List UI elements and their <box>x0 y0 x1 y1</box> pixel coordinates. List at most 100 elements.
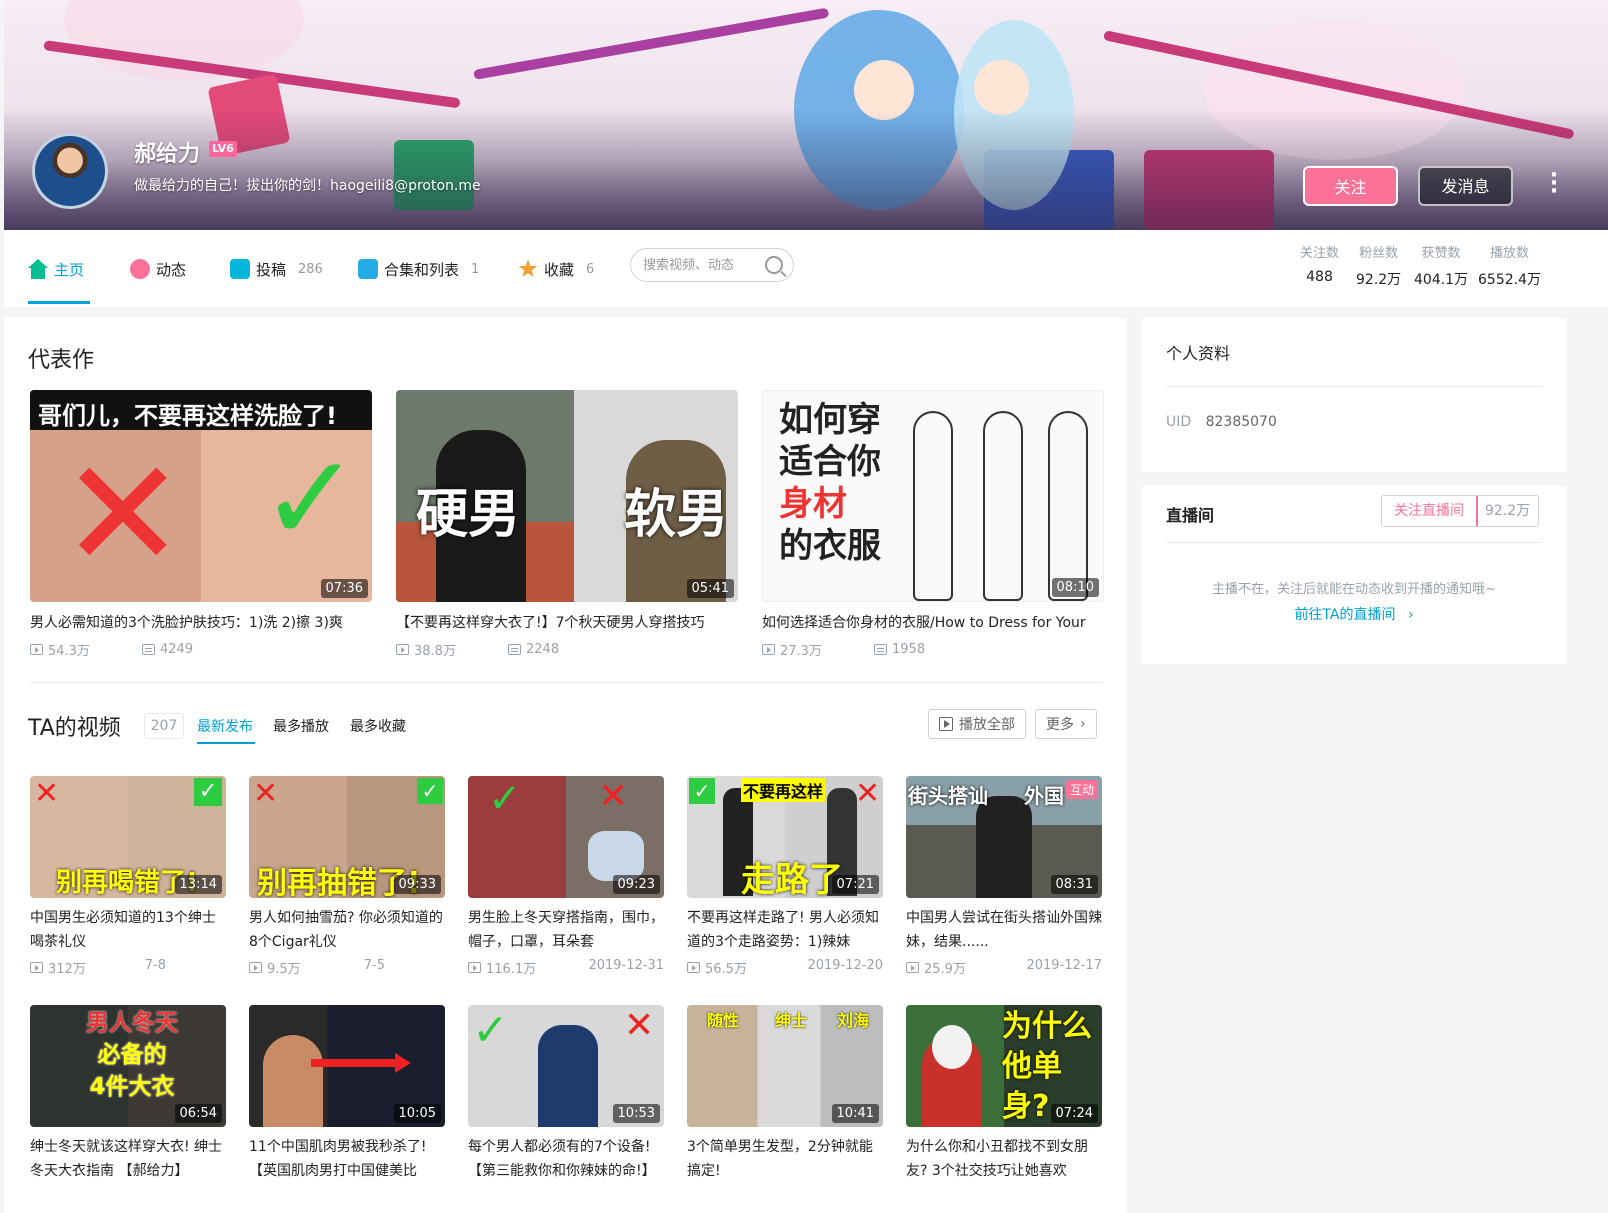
play-count-icon <box>396 644 409 655</box>
video-title[interactable]: 3个简单男生发型，2分钟就能搞定! <box>687 1135 883 1183</box>
tab-dynamic-label: 动态 <box>156 260 187 279</box>
play-count: 25.9万 <box>924 962 966 977</box>
video-title[interactable]: 男人如何抽雪茄? 你必须知道的8个Cigar礼仪 <box>249 906 445 954</box>
video-thumbnail[interactable]: ✓ ✕ 09:23 <box>468 776 664 898</box>
video-title[interactable]: 男人必需知道的3个洗脸护肤技巧：1)洗 2)擦 3)爽 <box>30 612 372 632</box>
interactive-badge: 互动 <box>1065 780 1098 799</box>
video-card[interactable]: ✕ ✓ 别再喝错了! 13:14 中国男生必须知道的13个绅士喝茶礼仪 312万… <box>30 776 226 977</box>
tab-latest[interactable]: 最新发布 <box>197 716 253 736</box>
search-box[interactable] <box>630 248 794 282</box>
video-thumbnail[interactable]: ✕ ✓ 别再抽错了! 09:33 <box>249 776 445 898</box>
video-title[interactable]: 11个中国肌肉男被我秒杀了! 【英国肌肉男打中国健美比 <box>249 1135 445 1183</box>
danmaku-icon <box>874 644 887 655</box>
uid-label: UID <box>1166 414 1192 430</box>
search-icon[interactable] <box>765 256 783 274</box>
video-thumbnail[interactable]: 为什么 他单身? 07:24 <box>906 1005 1102 1127</box>
tab-collections[interactable]: 合集和列表 1 <box>358 254 479 284</box>
video-duration: 07:36 <box>320 579 368 598</box>
thumbnail-caption: 哥们儿，不要再这样洗脸了! <box>38 402 337 430</box>
avatar[interactable] <box>32 133 108 209</box>
video-thumbnail[interactable]: 男人冬天 必备的 4件大衣 06:54 <box>30 1005 226 1127</box>
upload-date: 2019-12-20 <box>807 958 883 973</box>
video-thumbnail[interactable]: ✓ ✕ 不要再这样 走路了 07:21 <box>687 776 883 898</box>
tab-dynamic[interactable]: 动态 <box>130 254 186 284</box>
section-divider <box>1166 386 1542 387</box>
video-card[interactable]: 男人冬天 必备的 4件大衣 06:54 绅士冬天就该这样穿大衣! 绅士冬天大衣指南 … <box>30 1005 226 1183</box>
tab-favorites-count: 6 <box>586 261 595 277</box>
video-thumbnail[interactable]: 硬男 软男 05:41 <box>396 390 738 602</box>
video-card[interactable]: ✕ ✓ 别再抽错了! 09:33 男人如何抽雪茄? 你必须知道的8个Cigar礼… <box>249 776 445 977</box>
uid-row: UID 82385070 <box>1166 414 1277 430</box>
stat-label: 获赞数 <box>1421 246 1461 261</box>
tab-uploads[interactable]: 投稿 286 <box>230 254 323 284</box>
search-input[interactable] <box>643 257 753 273</box>
play-count-icon <box>249 962 262 973</box>
tab-most-played[interactable]: 最多播放 <box>273 716 329 736</box>
video-title[interactable]: 【不要再这样穿大衣了!】7个秋天硬男人穿搭技巧 <box>396 612 738 632</box>
danmaku-count: 2248 <box>526 642 560 657</box>
profile-nav: 主页 动态 投稿 286 合集和列表 1 收藏 6 关注数 488 <box>4 230 1608 306</box>
play-count-icon <box>30 644 43 655</box>
stat-likes: 获赞数 404.1万 <box>1414 242 1468 289</box>
representative-card[interactable]: 哥们儿，不要再这样洗脸了! ✕ ✓ 07:36 男人必需知道的3个洗脸护肤技巧：… <box>30 390 372 659</box>
video-duration: 05:41 <box>686 579 734 598</box>
video-title[interactable]: 绅士冬天就该这样穿大衣! 绅士冬天大衣指南 【郝给力】 <box>30 1135 226 1183</box>
video-title[interactable]: 中国男人尝试在街头搭讪外国辣妹，结果...... <box>906 906 1102 954</box>
video-card[interactable]: 为什么 他单身? 07:24 为什么你和小丑都找不到女朋友? 3个社交技巧让她喜欢 <box>906 1005 1102 1183</box>
video-thumbnail[interactable]: ✓ ✕ 10:53 <box>468 1005 664 1127</box>
tab-uploads-label: 投稿 <box>256 260 287 279</box>
representative-card[interactable]: 如何穿 适合你 身材 的衣服 08:10 如何选择适合你身材的衣服/How to Dr… <box>762 390 1104 659</box>
video-thumbnail[interactable]: 10:05 <box>249 1005 445 1127</box>
video-card[interactable]: ✓ ✕ 09:23 男生脸上冬天穿搭指南，围巾，帽子，口罩，耳朵套 116.1万… <box>468 776 664 977</box>
video-card[interactable]: ✓ ✕ 10:53 每个男人都必须有的7个设备! 【第三能救你和你辣妹的命!】 <box>468 1005 664 1183</box>
video-card[interactable]: 随性 绅士 刘海 10:41 3个简单男生发型，2分钟就能搞定! <box>687 1005 883 1183</box>
representative-card[interactable]: 硬男 软男 05:41 【不要再这样穿大衣了!】7个秋天硬男人穿搭技巧 38.8… <box>396 390 738 659</box>
video-thumbnail[interactable]: 哥们儿，不要再这样洗脸了! ✕ ✓ 07:36 <box>30 390 372 602</box>
video-card[interactable]: 10:05 11个中国肌肉男被我秒杀了! 【英国肌肉男打中国健美比 <box>249 1005 445 1183</box>
video-title[interactable]: 为什么你和小丑都找不到女朋友? 3个社交技巧让她喜欢 <box>906 1135 1102 1183</box>
video-thumbnail[interactable]: 如何穿 适合你 身材 的衣服 08:10 <box>762 390 1104 602</box>
follow-button[interactable]: 关注 <box>1303 166 1398 206</box>
stat-fans[interactable]: 粉丝数 92.2万 <box>1356 242 1401 289</box>
video-duration: 08:31 <box>1050 875 1098 894</box>
video-title[interactable]: 如何选择适合你身材的衣服/How to Dress for Your <box>762 612 1104 632</box>
tab-home-label: 主页 <box>54 260 85 279</box>
video-title[interactable]: 中国男生必须知道的13个绅士喝茶礼仪 <box>30 906 226 954</box>
live-room-title: 直播间 <box>1166 506 1215 525</box>
username: 郝给力 <box>134 142 201 167</box>
tab-favorites[interactable]: 收藏 6 <box>518 254 594 284</box>
more-options-icon[interactable]: · · · <box>1548 165 1560 203</box>
video-title[interactable]: 每个男人都必须有的7个设备! 【第三能救你和你辣妹的命!】 <box>468 1135 664 1183</box>
video-title[interactable]: 男生脸上冬天穿搭指南，围巾，帽子，口罩，耳朵套 <box>468 906 664 954</box>
play-icon <box>939 717 953 731</box>
video-duration: 09:23 <box>612 875 660 894</box>
play-count: 116.1万 <box>486 962 537 977</box>
collection-icon <box>358 259 378 279</box>
message-button[interactable]: 发消息 <box>1418 166 1513 206</box>
tab-home[interactable]: 主页 <box>28 254 84 284</box>
level-badge: LV6 <box>209 141 237 157</box>
chevron-right-icon: › <box>1080 716 1086 732</box>
video-thumbnail[interactable]: ✕ ✓ 别再喝错了! 13:14 <box>30 776 226 898</box>
follow-live-button[interactable]: 关注直播间 <box>1382 496 1478 526</box>
video-count: 207 <box>144 713 184 739</box>
video-thumbnail[interactable]: 随性 绅士 刘海 10:41 <box>687 1005 883 1127</box>
video-duration: 10:41 <box>831 1104 879 1123</box>
video-duration: 07:21 <box>831 875 879 894</box>
videos-title: TA的视频 <box>28 716 121 741</box>
stat-following[interactable]: 关注数 488 <box>1300 242 1339 285</box>
profile-banner: 郝给力 LV6 做最给力的自己！拔出你的剑！haogeili8@proton.m… <box>4 0 1608 230</box>
video-title[interactable]: 不要再这样走路了! 男人必须知道的3个走路姿势：1)辣妹 <box>687 906 883 954</box>
section-divider <box>30 682 1102 683</box>
play-all-button[interactable]: 播放全部 <box>928 709 1026 739</box>
star-icon <box>518 259 538 278</box>
tab-most-favorited[interactable]: 最多收藏 <box>350 716 406 736</box>
video-card[interactable]: ✓ ✕ 不要再这样 走路了 07:21 不要再这样走路了! 男人必须知道的3个走… <box>687 776 883 977</box>
stat-value: 488 <box>1306 269 1333 285</box>
video-duration: 08:10 <box>1051 578 1099 597</box>
go-to-live-link[interactable]: 前往TA的直播间 › <box>1142 604 1566 624</box>
video-card[interactable]: 街头搭讪 外国 互动 08:31 中国男人尝试在街头搭讪外国辣妹，结果.....… <box>906 776 1102 977</box>
chevron-right-icon: › <box>1407 607 1414 623</box>
video-thumbnail[interactable]: 街头搭讪 外国 互动 08:31 <box>906 776 1102 898</box>
more-button[interactable]: 更多 › <box>1035 709 1097 739</box>
